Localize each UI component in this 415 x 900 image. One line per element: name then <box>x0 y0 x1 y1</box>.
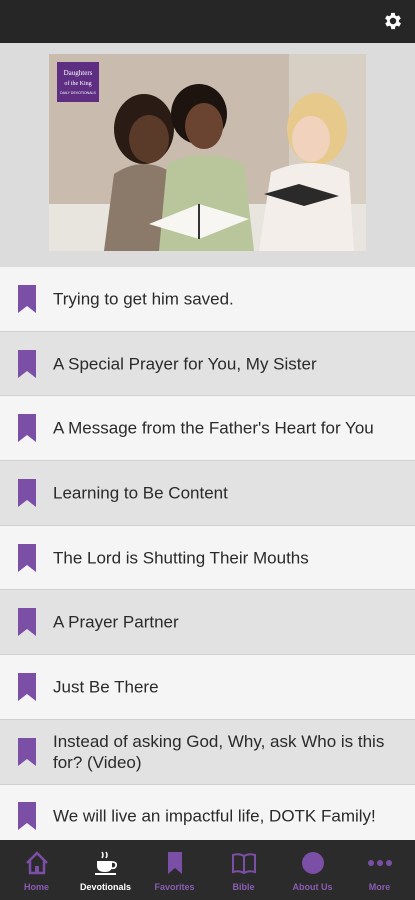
tab-home[interactable]: Home <box>2 840 71 900</box>
home-icon <box>25 851 48 875</box>
more-dots-icon <box>367 860 392 866</box>
logo-text: DAILY DEVOTIONALS <box>60 91 96 95</box>
tab-label: Bible <box>232 882 255 892</box>
list-item[interactable]: A Special Prayer for You, My Sister <box>0 331 415 397</box>
tab-about-us[interactable]: About Us <box>278 840 347 900</box>
circle-icon <box>301 852 324 874</box>
top-bar <box>0 0 415 43</box>
tab-bible[interactable]: Bible <box>209 840 278 900</box>
tab-label: Home <box>23 882 49 892</box>
hero-image: Daughters of the King DAILY DEVOTIONALS <box>49 54 366 251</box>
list-item[interactable]: The Lord is Shutting Their Mouths <box>0 525 415 591</box>
gear-icon[interactable] <box>382 10 404 32</box>
book-icon <box>231 853 256 875</box>
logo-text: of the King <box>64 80 91 87</box>
tab-label: More <box>368 882 391 892</box>
list-item[interactable]: A Message from the Father's Heart for Yo… <box>0 396 415 462</box>
list-item[interactable]: Learning to Be Content <box>0 461 415 526</box>
bookmark-icon[interactable] <box>18 414 36 443</box>
devotional-title: Learning to Be Content <box>53 483 228 503</box>
list-item[interactable]: Instead of asking God, Why, ask Who is t… <box>0 719 415 785</box>
tab-more[interactable]: More <box>345 840 414 900</box>
tab-favorites[interactable]: Favorites <box>140 840 209 900</box>
bottom-tab-bar: Home Devotionals Favorites Bible About U… <box>0 840 415 900</box>
devotional-title: The Lord is Shutting Their Mouths <box>53 548 309 568</box>
bookmark-icon[interactable] <box>18 737 36 766</box>
bookmark-icon[interactable] <box>18 543 36 572</box>
coffee-cup-icon <box>94 851 117 875</box>
tab-label: About Us <box>292 882 333 892</box>
devotional-title: A Prayer Partner <box>53 612 179 632</box>
devotional-title: Trying to get him saved. <box>53 289 234 309</box>
bookmark-icon[interactable] <box>18 478 36 507</box>
devotional-title: A Message from the Father's Heart for Yo… <box>53 418 374 438</box>
bookmark-icon[interactable] <box>18 802 36 831</box>
logo-text: Daughters <box>64 69 93 77</box>
devotional-list: Trying to get him saved. A Special Prayer… <box>0 267 415 850</box>
tab-label: Devotionals <box>79 882 131 892</box>
bookmark-icon[interactable] <box>18 672 36 701</box>
devotional-title: Instead of asking God, Why, ask Who is t… <box>53 731 385 772</box>
tab-label: Favorites <box>154 882 195 892</box>
tab-devotionals[interactable]: Devotionals <box>71 840 140 900</box>
bookmark-icon[interactable] <box>18 349 36 378</box>
list-item[interactable]: A Prayer Partner <box>0 590 415 656</box>
devotional-title: A Special Prayer for You, My Sister <box>53 354 317 374</box>
devotional-title: We will live an impactful life, DOTK Fam… <box>53 806 376 826</box>
bookmark-icon[interactable] <box>18 284 36 313</box>
list-item[interactable]: Just Be There <box>0 655 415 720</box>
list-item[interactable]: Trying to get him saved. <box>0 267 415 332</box>
bookmark-icon <box>167 852 182 874</box>
devotional-title: Just Be There <box>53 677 159 697</box>
bookmark-icon[interactable] <box>18 608 36 637</box>
hero-section: Daughters of the King DAILY DEVOTIONALS <box>0 43 415 267</box>
